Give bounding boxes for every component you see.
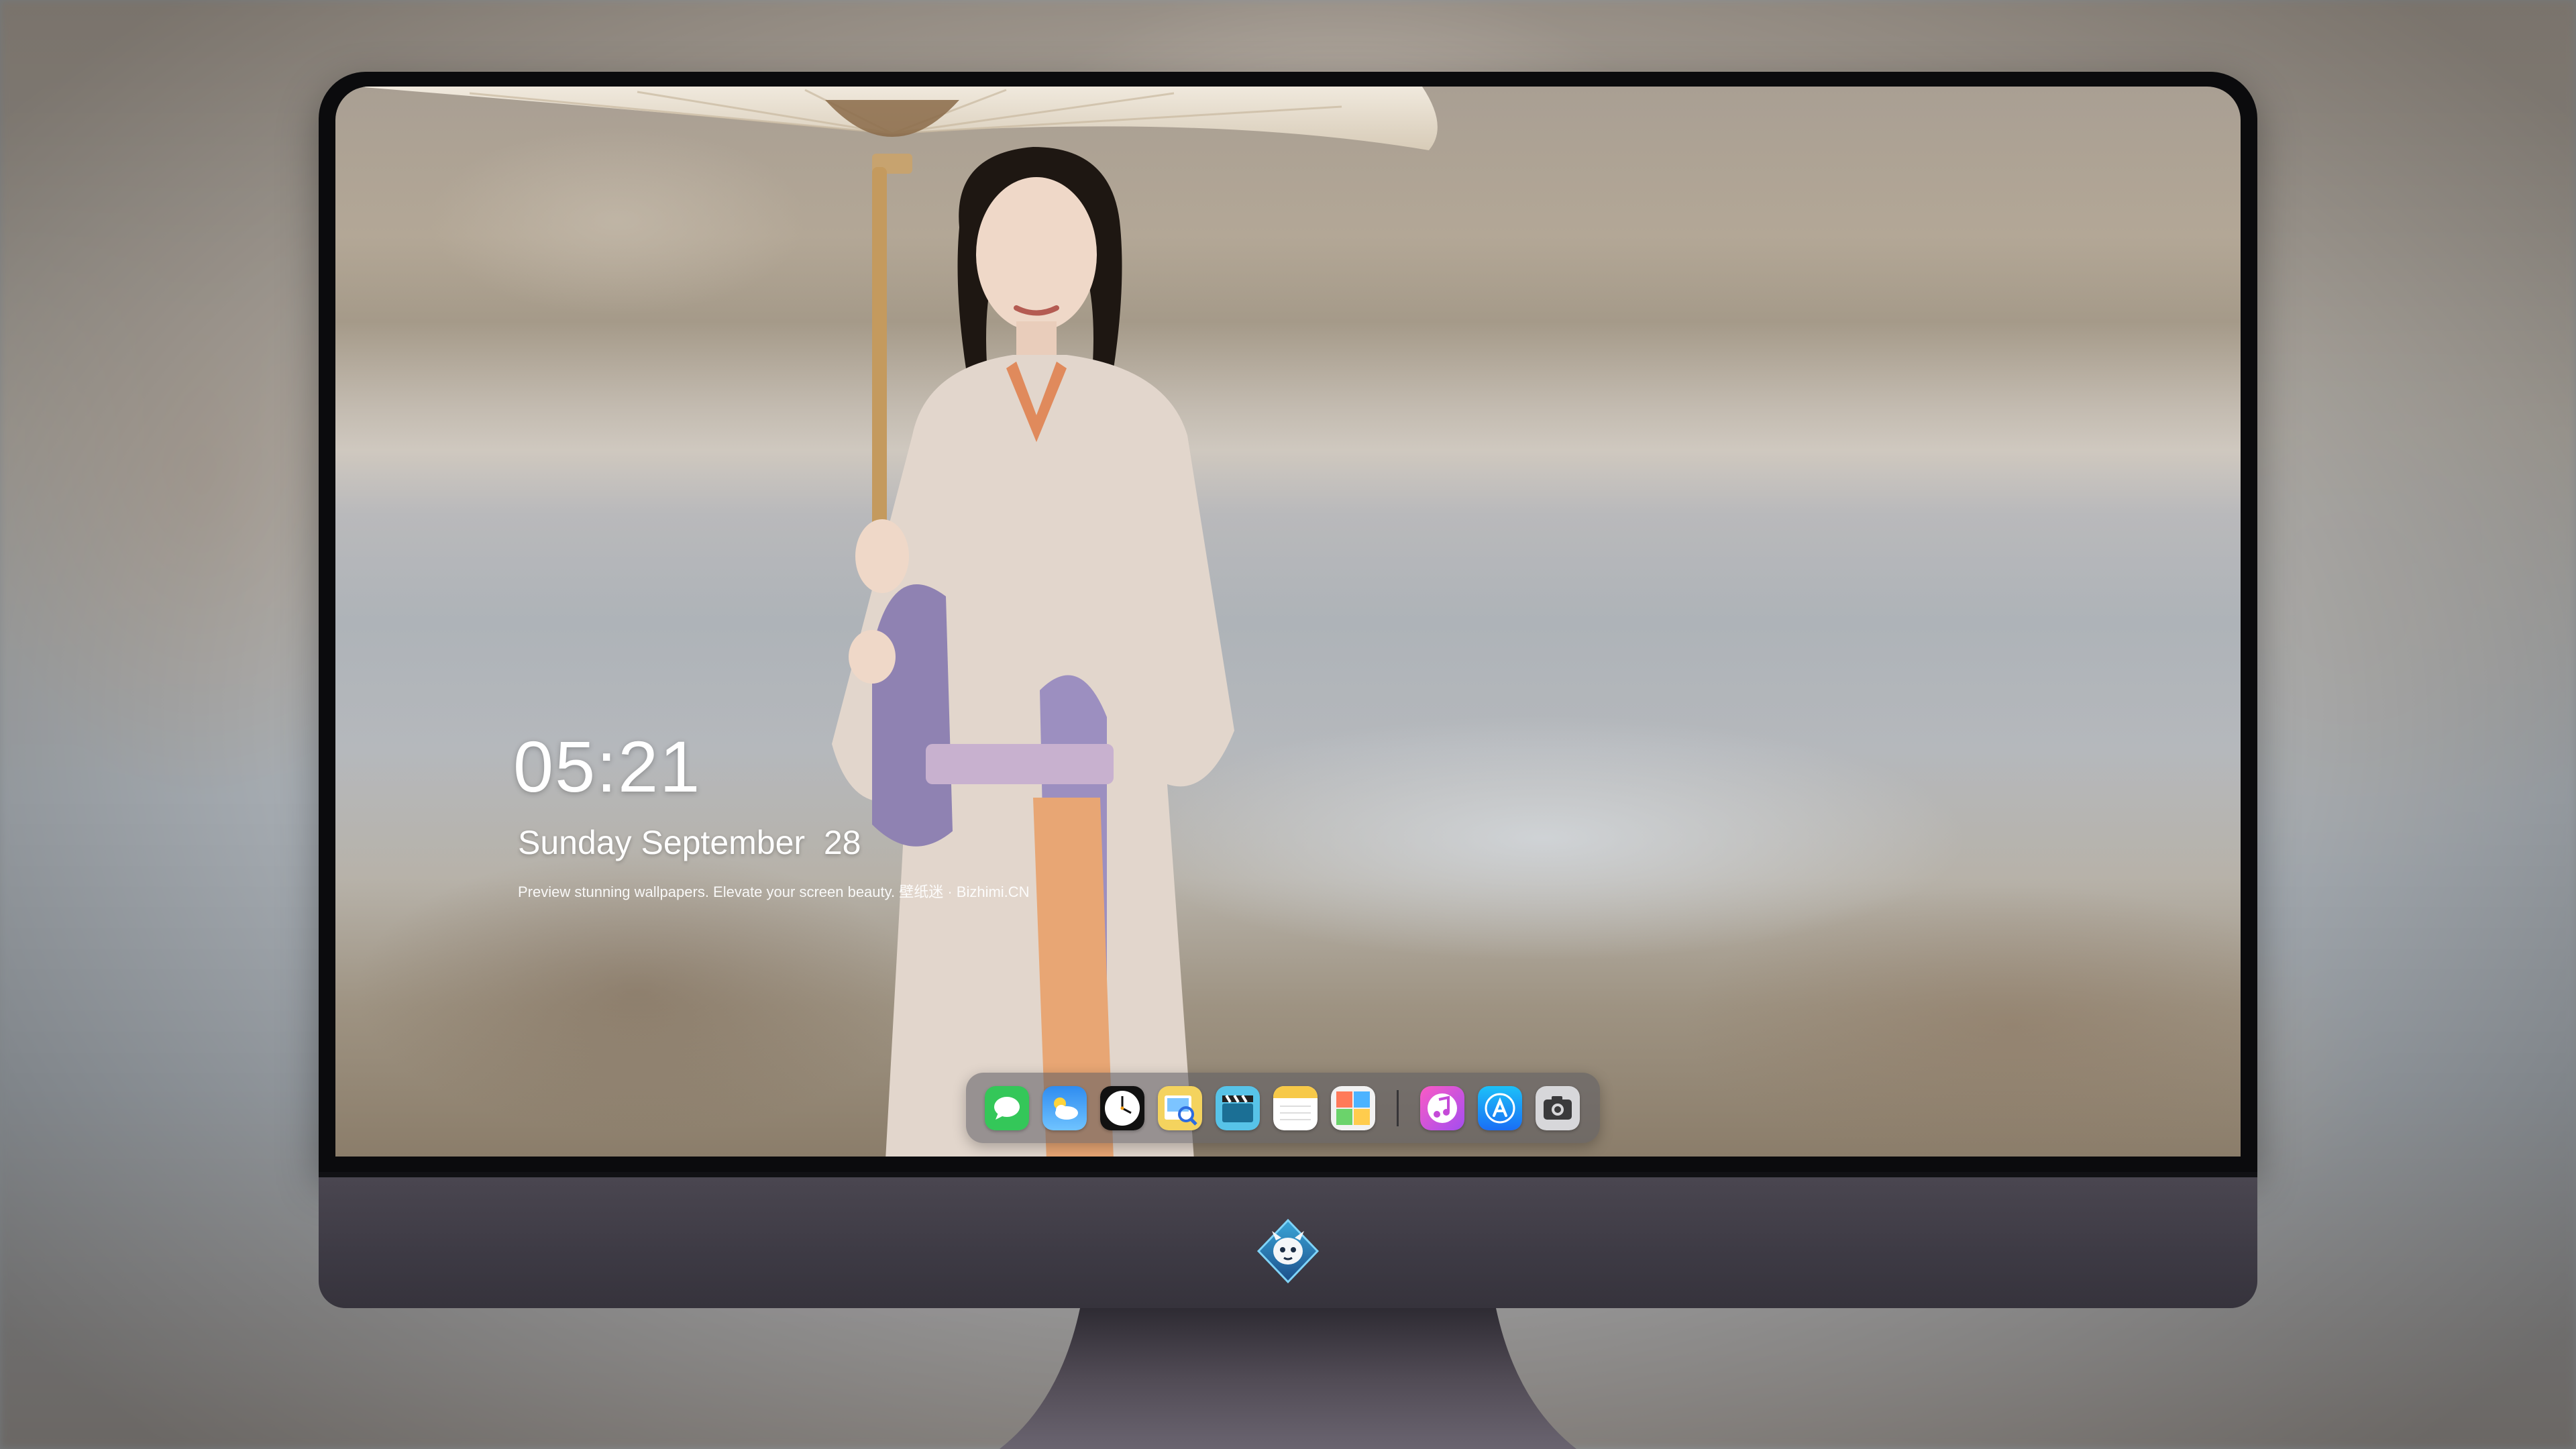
lock-screen[interactable]: 05:21 Sunday September 28 Preview stunni… [335, 87, 2241, 1157]
notes-icon[interactable] [1273, 1085, 1318, 1130]
wallpaper-figure [832, 147, 1234, 1157]
monitor: 05:21 Sunday September 28 Preview stunni… [319, 72, 2257, 1308]
dock [966, 1073, 1600, 1143]
monitor-stand [1000, 1308, 1576, 1449]
messages-icon[interactable] [985, 1085, 1029, 1130]
photo-grid-icon[interactable] [1331, 1085, 1375, 1130]
lock-date: Sunday September 28 [518, 824, 861, 861]
weather-icon[interactable] [1042, 1085, 1087, 1130]
dragon-logo-icon [1256, 1218, 1320, 1284]
app-store-icon[interactable] [1478, 1085, 1522, 1130]
music-icon[interactable] [1420, 1085, 1464, 1130]
dock-separator [1397, 1089, 1399, 1126]
desktop-scene: 05:21 Sunday September 28 Preview stunni… [0, 0, 2576, 1449]
monitor-bezel: 05:21 Sunday September 28 Preview stunni… [319, 72, 2257, 1172]
clapperboard-icon[interactable] [1216, 1085, 1260, 1130]
wallpaper-tagline: Preview stunning wallpapers. Elevate you… [518, 883, 1030, 900]
preview-icon[interactable] [1158, 1085, 1202, 1130]
lock-clock: 05:21 [513, 726, 702, 807]
monitor-chin [319, 1172, 2257, 1308]
camera-icon[interactable] [1536, 1085, 1580, 1130]
clock-icon[interactable] [1100, 1085, 1144, 1130]
